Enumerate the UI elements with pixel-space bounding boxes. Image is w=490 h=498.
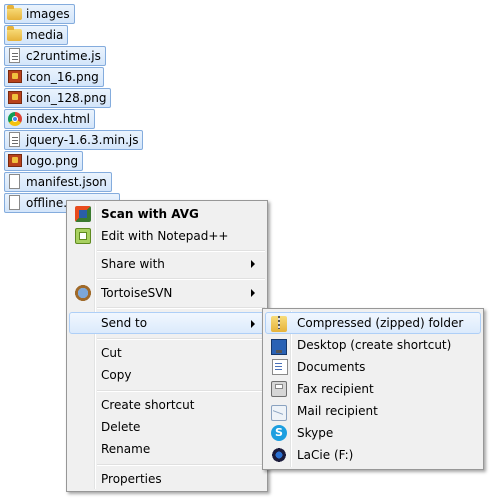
mail-icon [271, 405, 287, 421]
menu-item-cut[interactable]: Cut [69, 342, 265, 364]
avg-icon [75, 206, 91, 222]
menu-item-label: Properties [101, 472, 162, 486]
send-to-compressed-folder[interactable]: Compressed (zipped) folder [265, 312, 481, 334]
menu-item-label: LaCie (F:) [297, 448, 354, 462]
menu-item-label: Desktop (create shortcut) [297, 338, 452, 352]
menu-item-rename[interactable]: Rename [69, 438, 265, 460]
folder-icon [7, 26, 23, 43]
file-item-icon-128[interactable]: icon_128.png [4, 88, 112, 108]
menu-item-properties[interactable]: Properties [69, 468, 265, 490]
menu-separator [97, 250, 265, 252]
menu-item-label: Delete [101, 420, 141, 434]
documents-icon [272, 359, 288, 375]
file-name: icon_16.png [26, 70, 99, 84]
menu-separator [97, 464, 265, 466]
menu-item-label: TortoiseSVN [101, 286, 173, 300]
menu-item-label: Create shortcut [101, 398, 195, 412]
js-file-icon [7, 132, 23, 148]
menu-item-label: Rename [101, 442, 151, 456]
js-file-icon [7, 48, 23, 64]
folder-icon [7, 5, 23, 22]
send-to-skype[interactable]: S Skype [265, 422, 481, 444]
menu-separator [97, 307, 265, 309]
menu-item-tortoisesvn[interactable]: TortoiseSVN [69, 282, 265, 304]
send-to-submenu: Compressed (zipped) folder Desktop (crea… [262, 308, 484, 470]
fax-icon [271, 381, 287, 397]
file-name: icon_128.png [26, 91, 107, 105]
file-item-c2runtime[interactable]: c2runtime.js [4, 46, 106, 66]
notepad-plus-plus-icon [75, 228, 91, 244]
menu-item-share-with[interactable]: Share with [69, 253, 265, 275]
file-item-jquery[interactable]: jquery-1.6.3.min.js [4, 130, 144, 150]
file-name: logo.png [26, 154, 79, 168]
file-icon [7, 174, 23, 190]
file-item-logo[interactable]: logo.png [4, 151, 84, 171]
submenu-arrow-icon [251, 320, 255, 328]
file-name: media [26, 28, 64, 42]
menu-item-label: Share with [101, 257, 165, 271]
menu-item-label: Edit with Notepad++ [101, 229, 229, 243]
menu-item-label: Cut [101, 346, 122, 360]
file-item-icon-16[interactable]: icon_16.png [4, 67, 104, 87]
image-file-icon [7, 90, 23, 106]
submenu-arrow-icon [251, 260, 255, 268]
menu-item-send-to[interactable]: Send to [69, 312, 265, 334]
image-file-icon [7, 153, 23, 169]
menu-item-label: Copy [101, 368, 132, 382]
file-name: index.html [26, 112, 90, 126]
submenu-arrow-icon [251, 289, 255, 297]
menu-item-delete[interactable]: Delete [69, 416, 265, 438]
file-name: manifest.json [26, 175, 107, 189]
file-item-media[interactable]: media [4, 25, 69, 45]
skype-icon: S [271, 425, 287, 441]
file-name: images [26, 7, 70, 21]
menu-item-label: Scan with AVG [101, 207, 199, 221]
menu-item-label: Fax recipient [297, 382, 374, 396]
menu-item-label: Mail recipient [297, 404, 378, 418]
menu-item-label: Send to [101, 316, 148, 330]
send-to-lacie[interactable]: LaCie (F:) [265, 444, 481, 466]
file-name: c2runtime.js [26, 49, 101, 63]
send-to-fax[interactable]: Fax recipient [265, 378, 481, 400]
menu-separator [97, 338, 265, 340]
drive-icon [271, 447, 287, 463]
menu-item-label: Documents [297, 360, 366, 374]
menu-separator [97, 390, 265, 392]
file-item-manifest[interactable]: manifest.json [4, 172, 112, 192]
send-to-documents[interactable]: Documents [265, 356, 481, 378]
menu-item-create-shortcut[interactable]: Create shortcut [69, 394, 265, 416]
desktop-icon [271, 339, 287, 355]
menu-item-copy[interactable]: Copy [69, 364, 265, 386]
menu-item-edit-notepad[interactable]: Edit with Notepad++ [69, 225, 265, 247]
menu-item-label: Skype [297, 426, 334, 440]
file-item-images[interactable]: images [4, 4, 75, 24]
menu-item-scan-avg[interactable]: Scan with AVG [69, 203, 265, 225]
send-to-desktop[interactable]: Desktop (create shortcut) [265, 334, 481, 356]
chrome-icon [7, 111, 23, 127]
send-to-mail[interactable]: Mail recipient [265, 400, 481, 422]
menu-item-label: Compressed (zipped) folder [297, 316, 464, 330]
file-item-index-html[interactable]: index.html [4, 109, 95, 129]
context-menu: Scan with AVG Edit with Notepad++ Share … [66, 200, 268, 492]
file-icon [7, 195, 23, 211]
menu-separator [97, 278, 265, 280]
tortoise-icon [75, 285, 91, 301]
file-name: jquery-1.6.3.min.js [26, 133, 139, 147]
image-file-icon [7, 69, 23, 85]
zip-folder-icon [271, 316, 287, 332]
